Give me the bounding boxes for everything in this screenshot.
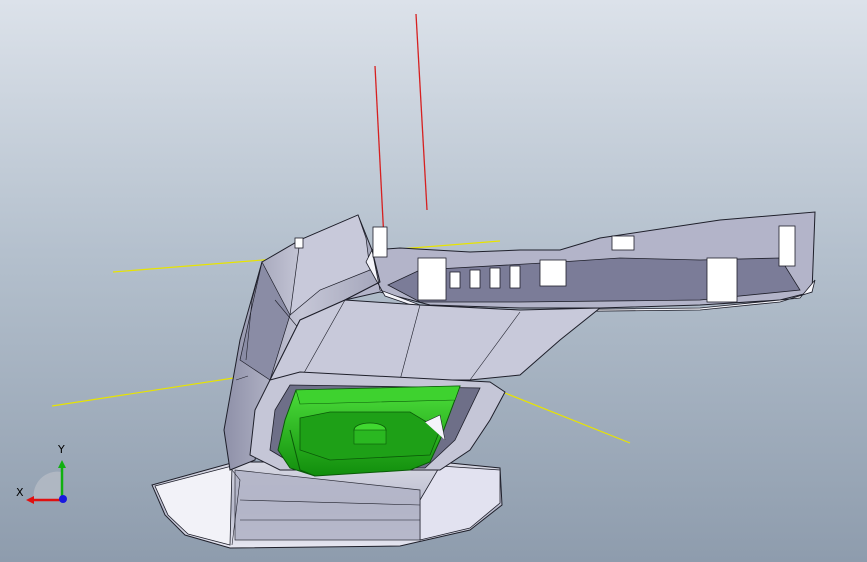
clip-left: [372, 226, 388, 258]
cad-model-scene[interactable]: [0, 0, 867, 562]
triad-y-label: Y: [58, 443, 65, 456]
clip-center: [417, 257, 447, 301]
plane-line-lower-left: [51, 376, 241, 407]
plane-line-lower-right: [504, 392, 631, 444]
rib-4: [509, 265, 521, 289]
axis-line-right: [415, 13, 428, 211]
rib-3: [489, 267, 501, 289]
triad-plane-wedge: [33, 471, 62, 500]
triad-x-arrow: [26, 496, 34, 504]
clip-right: [706, 257, 738, 303]
rib-5: [539, 259, 567, 287]
clip-tab-left: [294, 237, 304, 249]
triad-x-label: X: [16, 486, 24, 499]
cad-graphics-viewport[interactable]: X Y: [0, 0, 867, 562]
clip-tab-small: [611, 235, 635, 251]
coordinate-triad-icon: [26, 460, 67, 504]
triad-y-arrow: [58, 460, 66, 468]
clip-far-right: [778, 225, 796, 267]
rib-1: [449, 271, 461, 289]
rib-2: [469, 269, 481, 289]
axis-line-left: [374, 65, 385, 241]
triad-z-axis: [59, 495, 67, 503]
